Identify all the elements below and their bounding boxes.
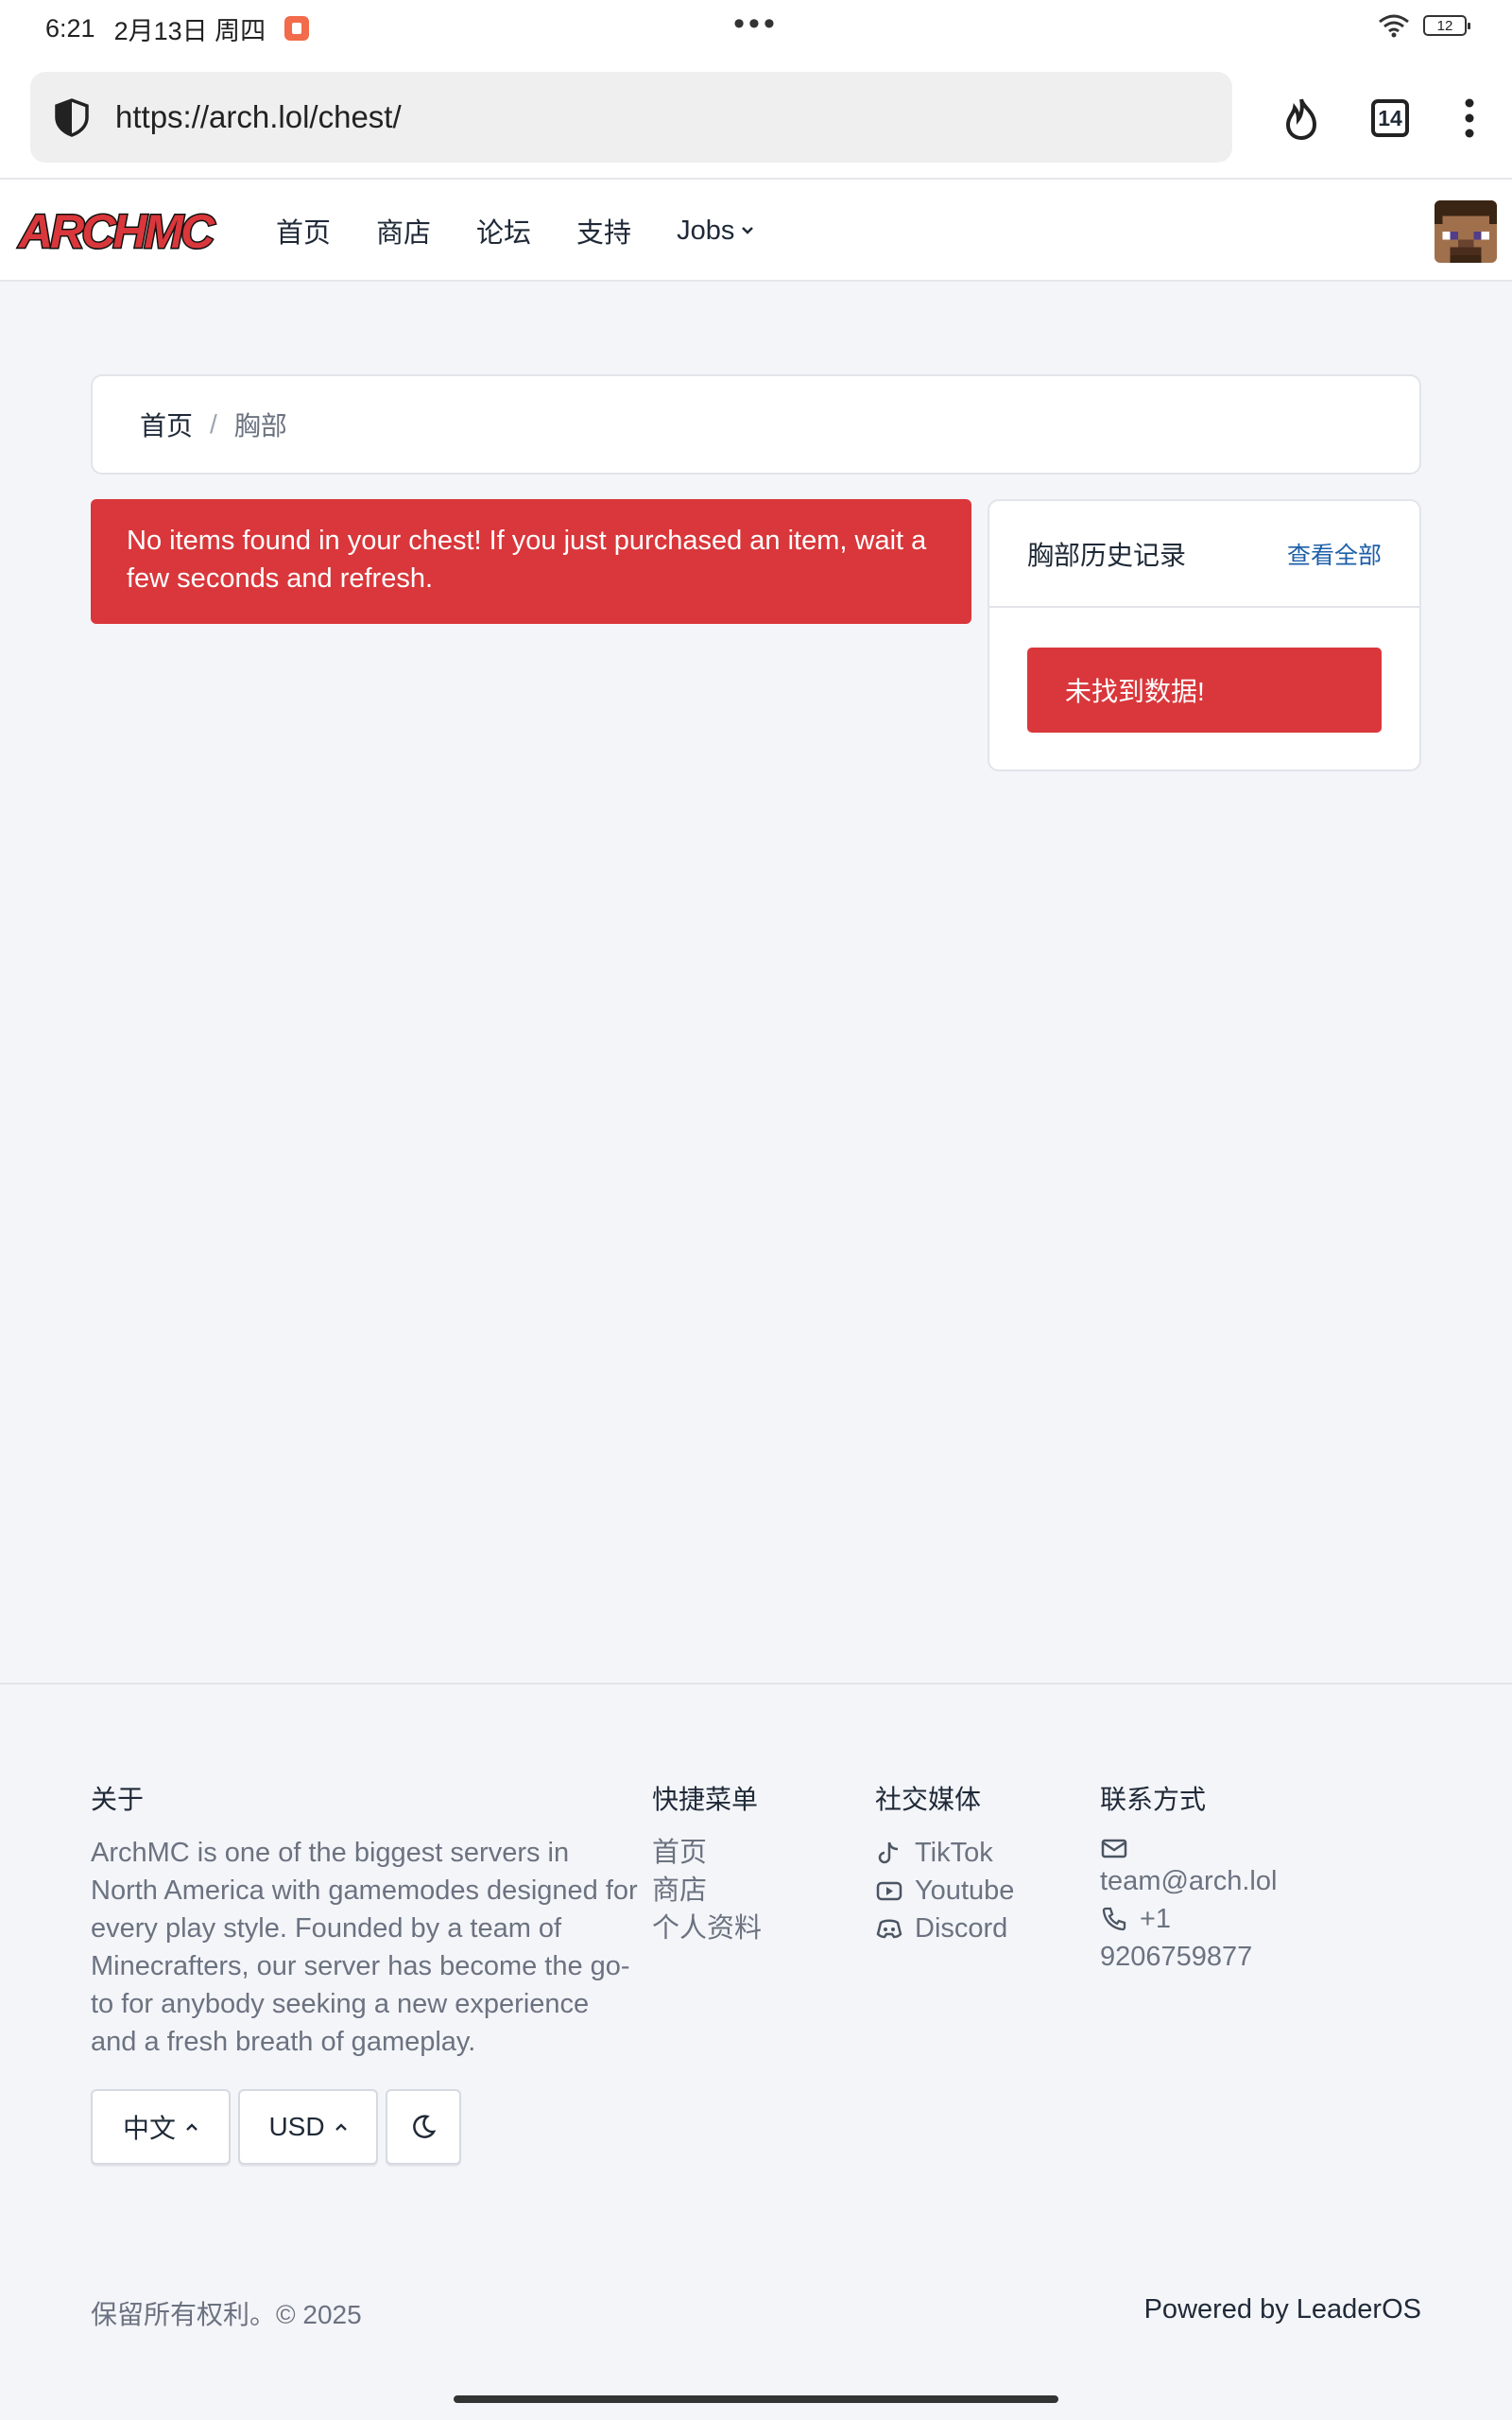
contact-phone-number[interactable]: 9206759877 xyxy=(1100,1938,1308,1976)
status-time: 6:21 xyxy=(45,13,95,43)
tabs-count[interactable]: 14 xyxy=(1371,99,1409,137)
currency-selector[interactable]: USD xyxy=(238,2089,378,2165)
mail-icon xyxy=(1101,1839,1127,1858)
url-text[interactable]: https://arch.lol/chest/ xyxy=(115,99,402,135)
language-selector[interactable]: 中文 xyxy=(91,2089,231,2165)
discord-icon xyxy=(876,1919,902,1939)
contact-email[interactable]: team@arch.lol xyxy=(1100,1862,1308,1900)
no-data-alert: 未找到数据! xyxy=(1027,648,1382,733)
breadcrumb-current: 胸部 xyxy=(233,411,287,441)
moon-icon xyxy=(413,2115,437,2138)
footer-link-profile[interactable]: 个人资料 xyxy=(652,1910,860,1947)
svg-text:ARCHMC: ARCHMC xyxy=(17,205,215,258)
contact-heading: 联系方式 xyxy=(1100,1785,1207,1814)
history-card-header: 胸部历史记录 查看全部 xyxy=(989,501,1419,608)
nav-links: 首页 商店 论坛 支持 Jobs xyxy=(276,180,755,282)
copyright-text: 保留所有权利。© 2025 xyxy=(91,2300,362,2329)
footer: 关于 ArchMC is one of the biggest servers … xyxy=(0,1683,1512,2420)
social-discord-label: Discord xyxy=(915,1913,1008,1944)
chevron-up-icon xyxy=(186,2123,198,2131)
breadcrumb-home[interactable]: 首页 xyxy=(140,406,193,443)
home-indicator[interactable] xyxy=(454,2395,1058,2403)
dark-mode-toggle[interactable] xyxy=(386,2089,461,2165)
fire-icon[interactable] xyxy=(1278,95,1325,142)
user-avatar[interactable] xyxy=(1435,200,1497,263)
screen-record-icon xyxy=(284,16,310,41)
shield-icon[interactable] xyxy=(51,96,93,138)
nav-forum[interactable]: 论坛 xyxy=(476,211,531,251)
more-menu-icon[interactable] xyxy=(1446,95,1493,142)
powered-by-text[interactable]: Powered by LeaderOS xyxy=(1144,2294,1421,2325)
battery-icon: 12 xyxy=(1423,15,1470,36)
footer-quick-menu: 快捷菜单 首页 商店 个人资料 xyxy=(652,1779,860,1947)
social-tiktok[interactable]: TikTok xyxy=(875,1834,1083,1872)
social-tiktok-label: TikTok xyxy=(915,1838,993,1868)
phone-icon xyxy=(1102,1907,1126,1931)
social-youtube[interactable]: Youtube xyxy=(875,1872,1083,1910)
chest-history-card: 胸部历史记录 查看全部 未找到数据! xyxy=(988,499,1421,771)
about-text: ArchMC is one of the biggest servers in … xyxy=(91,1838,638,2057)
empty-chest-alert: No items found in your chest! If you jus… xyxy=(91,499,971,624)
breadcrumb: 首页 / 胸部 xyxy=(91,374,1421,475)
url-bar[interactable]: https://arch.lol/chest/ xyxy=(30,72,1232,163)
browser-toolbar: https://arch.lol/chest/ 14 xyxy=(0,57,1512,180)
tiktok-icon xyxy=(878,1841,899,1864)
social-discord[interactable]: Discord xyxy=(875,1910,1083,1947)
archmc-logo[interactable]: ARCHMC xyxy=(15,204,223,259)
status-bar: 6:21 2月13日 周四 ••• 12 xyxy=(0,0,1512,57)
footer-link-store[interactable]: 商店 xyxy=(652,1872,860,1910)
breadcrumb-separator: / xyxy=(210,409,217,439)
contact-phone-prefix: +1 xyxy=(1140,1904,1172,1934)
youtube-icon xyxy=(876,1881,902,1901)
history-title: 胸部历史记录 xyxy=(1027,540,1187,570)
footer-social: 社交媒体 TikTok Youtube Discord xyxy=(875,1779,1083,1947)
chevron-down-icon xyxy=(742,227,754,234)
nav-support[interactable]: 支持 xyxy=(576,211,631,251)
view-all-link[interactable]: 查看全部 xyxy=(1287,537,1382,571)
tabs-button[interactable]: 14 xyxy=(1366,95,1414,142)
footer-about: 关于 ArchMC is one of the biggest servers … xyxy=(91,1779,639,2061)
footer-link-home[interactable]: 首页 xyxy=(652,1834,860,1872)
social-heading: 社交媒体 xyxy=(875,1785,982,1814)
footer-contact: 联系方式 team@arch.lol +1 9206759877 xyxy=(1100,1779,1308,1976)
contact-phone-row[interactable]: +1 xyxy=(1100,1900,1308,1938)
nav-jobs-label: Jobs xyxy=(677,215,735,246)
wifi-icon xyxy=(1379,14,1409,38)
currency-label: USD xyxy=(268,2112,325,2141)
status-dots: ••• xyxy=(733,6,779,42)
language-label: 中文 xyxy=(122,2114,176,2143)
nav-store[interactable]: 商店 xyxy=(376,211,431,251)
site-navbar: ARCHMC 首页 商店 论坛 支持 Jobs xyxy=(0,180,1512,282)
status-date: 2月13日 周四 xyxy=(113,16,266,45)
contact-email-icon-row xyxy=(1100,1834,1308,1862)
nav-home[interactable]: 首页 xyxy=(276,211,331,251)
social-youtube-label: Youtube xyxy=(915,1876,1015,1906)
chevron-up-icon xyxy=(335,2123,347,2131)
about-heading: 关于 xyxy=(91,1785,145,1814)
nav-jobs-dropdown[interactable]: Jobs xyxy=(677,216,755,247)
quick-menu-heading: 快捷菜单 xyxy=(652,1785,759,1814)
